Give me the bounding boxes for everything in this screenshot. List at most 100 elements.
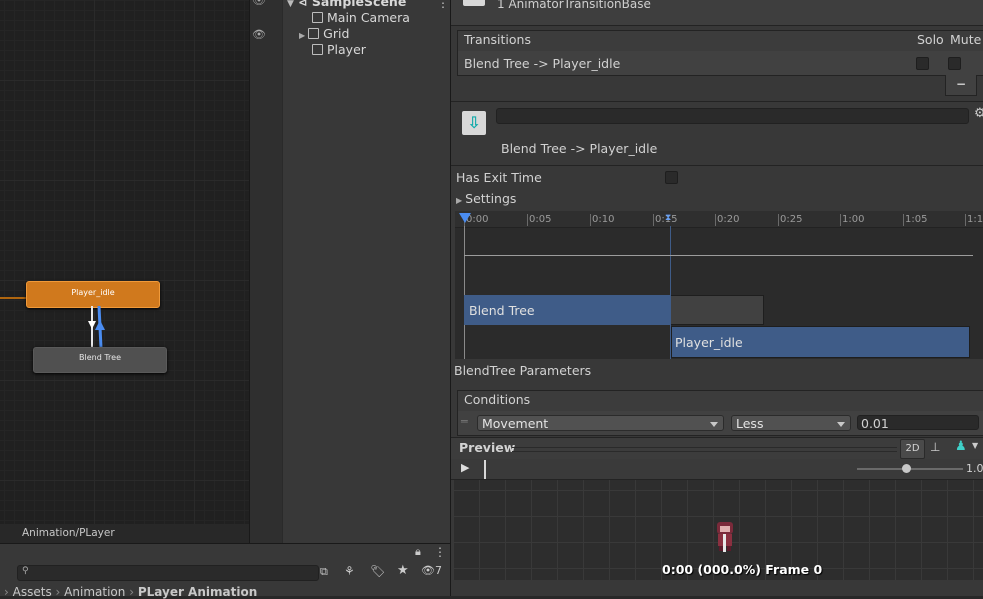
timeline-tick-label: 1:10	[967, 214, 983, 225]
search-icon: ⚲	[22, 566, 29, 576]
timeline-marker-start-icon[interactable]	[459, 213, 471, 223]
divider	[282, 0, 283, 543]
settings-gear-icon[interactable]: ⚙	[974, 106, 983, 121]
preview-status: 0:00 (000.0%) Frame 0	[662, 562, 823, 577]
condition-parameter-dropdown[interactable]: Movement	[477, 415, 724, 431]
name-field[interactable]	[496, 108, 969, 124]
conditions-header	[457, 390, 983, 412]
state-player-idle[interactable]: Player_idle	[26, 281, 160, 308]
remove-transition-button[interactable]: −	[945, 75, 977, 96]
timeline-tick-line	[715, 214, 716, 226]
mode-2d-button[interactable]: 2D	[900, 439, 925, 459]
solo-header: Solo	[917, 32, 944, 47]
controller-path: Animation/PLayer Animation/Player.contro…	[0, 524, 249, 558]
mute-checkbox[interactable]	[948, 57, 961, 70]
transition-arrow-white-icon	[88, 321, 96, 329]
menu-icon[interactable]: ⋮	[434, 545, 446, 559]
inspector-footer	[451, 580, 983, 596]
gameobject-icon	[308, 28, 320, 39]
dropdown-arrow-icon	[710, 422, 718, 427]
settings-foldout[interactable]: ▶ Settings	[456, 191, 516, 206]
label-icon[interactable]: 🏷︎	[370, 564, 385, 578]
playhead-source	[464, 226, 465, 359]
transition-arrow-blue-icon	[95, 320, 105, 330]
timeline-tick-label: 1:00	[842, 214, 865, 225]
speed-value: 1.0	[966, 462, 983, 475]
sprite-character	[714, 522, 736, 552]
divider	[451, 165, 983, 166]
source-clip-label: Blend Tree	[469, 303, 535, 318]
condition-operator-dropdown[interactable]: Less	[731, 415, 851, 431]
timeline-tick-line	[778, 214, 779, 226]
avatar-dropdown-arrow-icon[interactable]: ▼	[972, 441, 978, 450]
weight-curve	[464, 255, 973, 256]
preview-separator	[512, 447, 897, 452]
timeline-tick-label: 0:10	[592, 214, 615, 225]
visibility-eye-icon[interactable]: 👁	[252, 28, 266, 41]
gameobject-icon	[312, 12, 323, 23]
timeline-tick-line	[840, 214, 841, 226]
transition-asset-icon	[463, 0, 485, 6]
timeline-marker-transition-icon[interactable]: ⧗	[665, 213, 671, 223]
timeline-tick-label: 0:25	[780, 214, 803, 225]
visibility-eye-icon[interactable]: 👁	[252, 0, 266, 7]
hidden-packages-icon[interactable]: 👁︎7	[421, 564, 442, 577]
condition-value-input[interactable]: 0.01	[857, 415, 979, 431]
foldout-arrow-icon: ▶	[456, 196, 463, 205]
timeline-tick-line	[527, 214, 528, 226]
filter-icon[interactable]: ⚘	[344, 564, 355, 578]
hierarchy-item[interactable]: Player	[312, 42, 366, 58]
timeline-tick-label: 1:05	[905, 214, 928, 225]
speed-slider-thumb[interactable]	[902, 464, 911, 473]
transition-name: Blend Tree -> Player_idle	[501, 141, 658, 156]
dropdown-arrow-icon	[837, 422, 845, 427]
transition-line-entry	[0, 297, 26, 299]
transition-row-label: Blend Tree -> Player_idle	[464, 56, 621, 71]
avatar-icon[interactable]: ♟	[955, 439, 967, 454]
conditions-title: Conditions	[464, 392, 531, 407]
blendtree-params-label: BlendTree Parameters	[454, 363, 592, 378]
dest-clip-label: Player_idle	[675, 335, 743, 350]
has-exit-time-label: Has Exit Time	[456, 170, 542, 185]
unity-scene-icon: ⊲	[298, 0, 308, 9]
search-by-type-icon[interactable]: ⧉	[320, 565, 328, 579]
timeline-tick-line	[965, 214, 966, 226]
breadcrumb-item-current[interactable]: PLayer Animation	[138, 585, 257, 599]
pivot-icon[interactable]: ⊥	[930, 440, 940, 454]
drag-handle-icon[interactable]: ═	[461, 415, 468, 428]
timeline-tick-line	[653, 214, 654, 226]
hierarchy-item[interactable]: ▶ Grid	[299, 26, 349, 42]
state-blend-tree[interactable]: Blend Tree	[33, 347, 167, 373]
lock-icon[interactable]: 🔒︎	[415, 545, 421, 559]
scene-name: SampleScene	[311, 0, 407, 9]
timeline-tick-label: 0:20	[717, 214, 740, 225]
timeline-tick-line	[903, 214, 904, 226]
mute-header: Mute	[950, 32, 982, 47]
transitions-header	[457, 30, 983, 52]
hierarchy-item[interactable]: Main Camera	[312, 10, 410, 26]
scene-row[interactable]: ▼ ⊲ SampleScene	[287, 0, 406, 10]
breadcrumb-item[interactable]: Assets	[13, 585, 52, 599]
divider	[451, 101, 983, 102]
inspector-title: 1 AnimatorTransitionBase	[497, 0, 651, 11]
transitions-title: Transitions	[464, 32, 531, 47]
favorite-star-icon[interactable]: ★	[397, 563, 409, 578]
preview-title: Preview	[459, 440, 516, 455]
search-input[interactable]	[17, 565, 319, 581]
timeline-tick-label: 0:05	[529, 214, 552, 225]
breadcrumb: › Assets › Animation › PLayer Animation	[4, 585, 258, 599]
animator-graph[interactable]: Player_idle Blend Tree	[0, 0, 249, 543]
expand-arrow-icon[interactable]: ▼	[287, 0, 294, 9]
expand-arrow-icon[interactable]: ▶	[299, 31, 305, 40]
scrubber-line[interactable]	[484, 460, 486, 479]
play-button-icon[interactable]: ▶	[461, 461, 469, 474]
solo-checkbox[interactable]	[916, 57, 929, 70]
hidden-count: 7	[434, 564, 442, 577]
hierarchy-gutter	[250, 0, 282, 543]
transition-icon: ⇩	[462, 111, 486, 135]
has-exit-time-checkbox[interactable]	[665, 171, 678, 184]
breadcrumb-item[interactable]: Animation	[64, 585, 125, 599]
transition-arrows[interactable]	[85, 306, 109, 348]
scene-menu-icon[interactable]: ⋮	[437, 0, 449, 10]
timeline-tick-line	[590, 214, 591, 226]
